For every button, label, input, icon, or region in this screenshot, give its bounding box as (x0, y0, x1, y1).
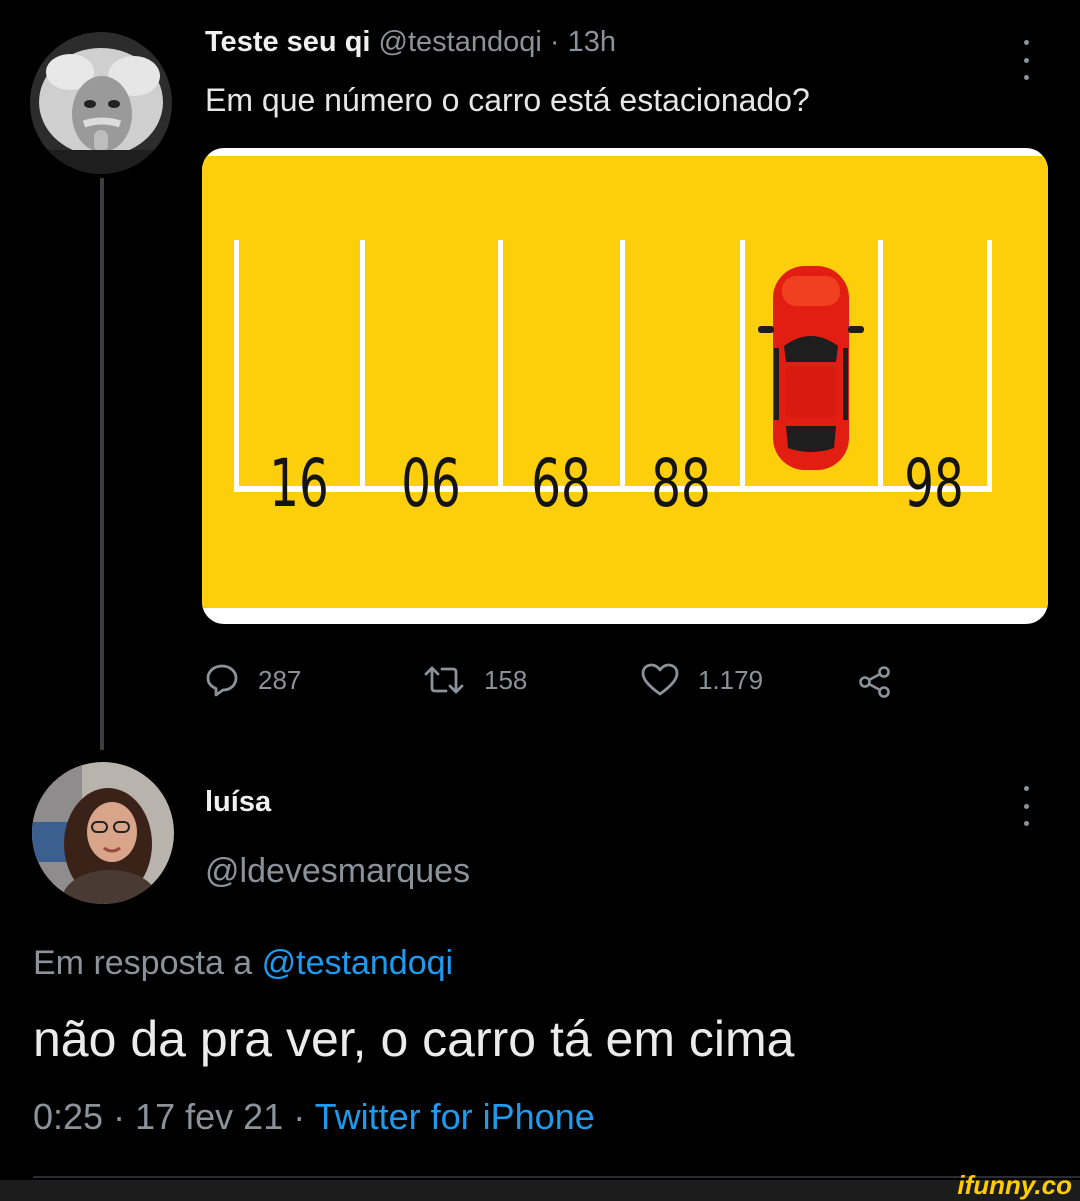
parking-divider (740, 240, 745, 492)
retweet-action[interactable]: 158 (422, 662, 527, 698)
reply-action[interactable]: 287 (204, 662, 301, 698)
reply-metadata: 0:25 · 17 fev 21 · Twitter for iPhone (33, 1096, 595, 1138)
author-avatar[interactable] (30, 32, 172, 174)
tweet-header: Teste seu qi @testandoqi · 13h (205, 26, 616, 59)
parking-divider (498, 240, 503, 492)
thread-connector-line (100, 178, 104, 750)
tweet-image[interactable]: 16 06 68 88 98 (202, 148, 1048, 624)
spot-number: 98 (904, 446, 964, 522)
parking-divider (878, 240, 883, 492)
einstein-avatar-icon (30, 32, 172, 174)
header-separator: · (549, 26, 560, 58)
user-photo-avatar-icon (32, 762, 174, 904)
reply-time[interactable]: 0:25 (33, 1096, 103, 1137)
reply-author-avatar[interactable] (32, 762, 174, 904)
reply-text: não da pra ver, o carro tá em cima (33, 1011, 795, 1067)
in-reply-to-handle[interactable]: @testandoqi (262, 944, 453, 982)
parking-divider (620, 240, 625, 492)
tweet-time[interactable]: 13h (568, 26, 616, 58)
meta-separator: · (113, 1096, 126, 1137)
share-icon (859, 666, 890, 698)
parking-divider (234, 240, 239, 492)
reply-date[interactable]: 17 fev 21 (135, 1096, 283, 1137)
like-count: 1.179 (698, 664, 764, 695)
like-action[interactable]: 1.179 (640, 662, 763, 698)
red-car-icon (758, 266, 864, 470)
meta-separator: · (293, 1096, 306, 1137)
parking-divider (987, 240, 992, 492)
parking-lot-illustration: 16 06 68 88 98 (234, 240, 992, 522)
reply-source[interactable]: Twitter for iPhone (315, 1096, 595, 1137)
reply-bubble-icon (206, 664, 238, 697)
heart-icon (641, 663, 679, 696)
retweet-count: 158 (484, 664, 528, 695)
reply-author-handle[interactable]: @ldevesmarques (205, 852, 470, 891)
share-action[interactable] (858, 666, 892, 698)
author-name[interactable]: Teste seu qi (205, 26, 370, 58)
spot-number: 68 (531, 446, 591, 522)
spot-number: 88 (651, 446, 711, 522)
author-handle[interactable]: @testandoqi (379, 26, 542, 58)
ifunny-watermark: ifunny.co (957, 1170, 1072, 1200)
parking-divider (360, 240, 365, 492)
spot-number: 06 (401, 446, 461, 522)
tweet-text: Em que número o carro está estacionado? (205, 82, 810, 118)
spot-number: 16 (269, 446, 329, 522)
in-reply-to: Em resposta a @testandoqi (33, 944, 453, 983)
reply-menu-icon[interactable] (1016, 786, 1036, 826)
parking-lot-background: 16 06 68 88 98 (202, 156, 1048, 608)
in-reply-to-label: Em resposta a (33, 944, 253, 982)
retweet-icon (424, 666, 464, 694)
divider (33, 1176, 1080, 1178)
reply-author-name[interactable]: luísa (205, 786, 271, 819)
reply-count: 287 (258, 664, 302, 695)
tweet-menu-icon[interactable] (1016, 40, 1036, 80)
watermark-bar (0, 1180, 1080, 1201)
